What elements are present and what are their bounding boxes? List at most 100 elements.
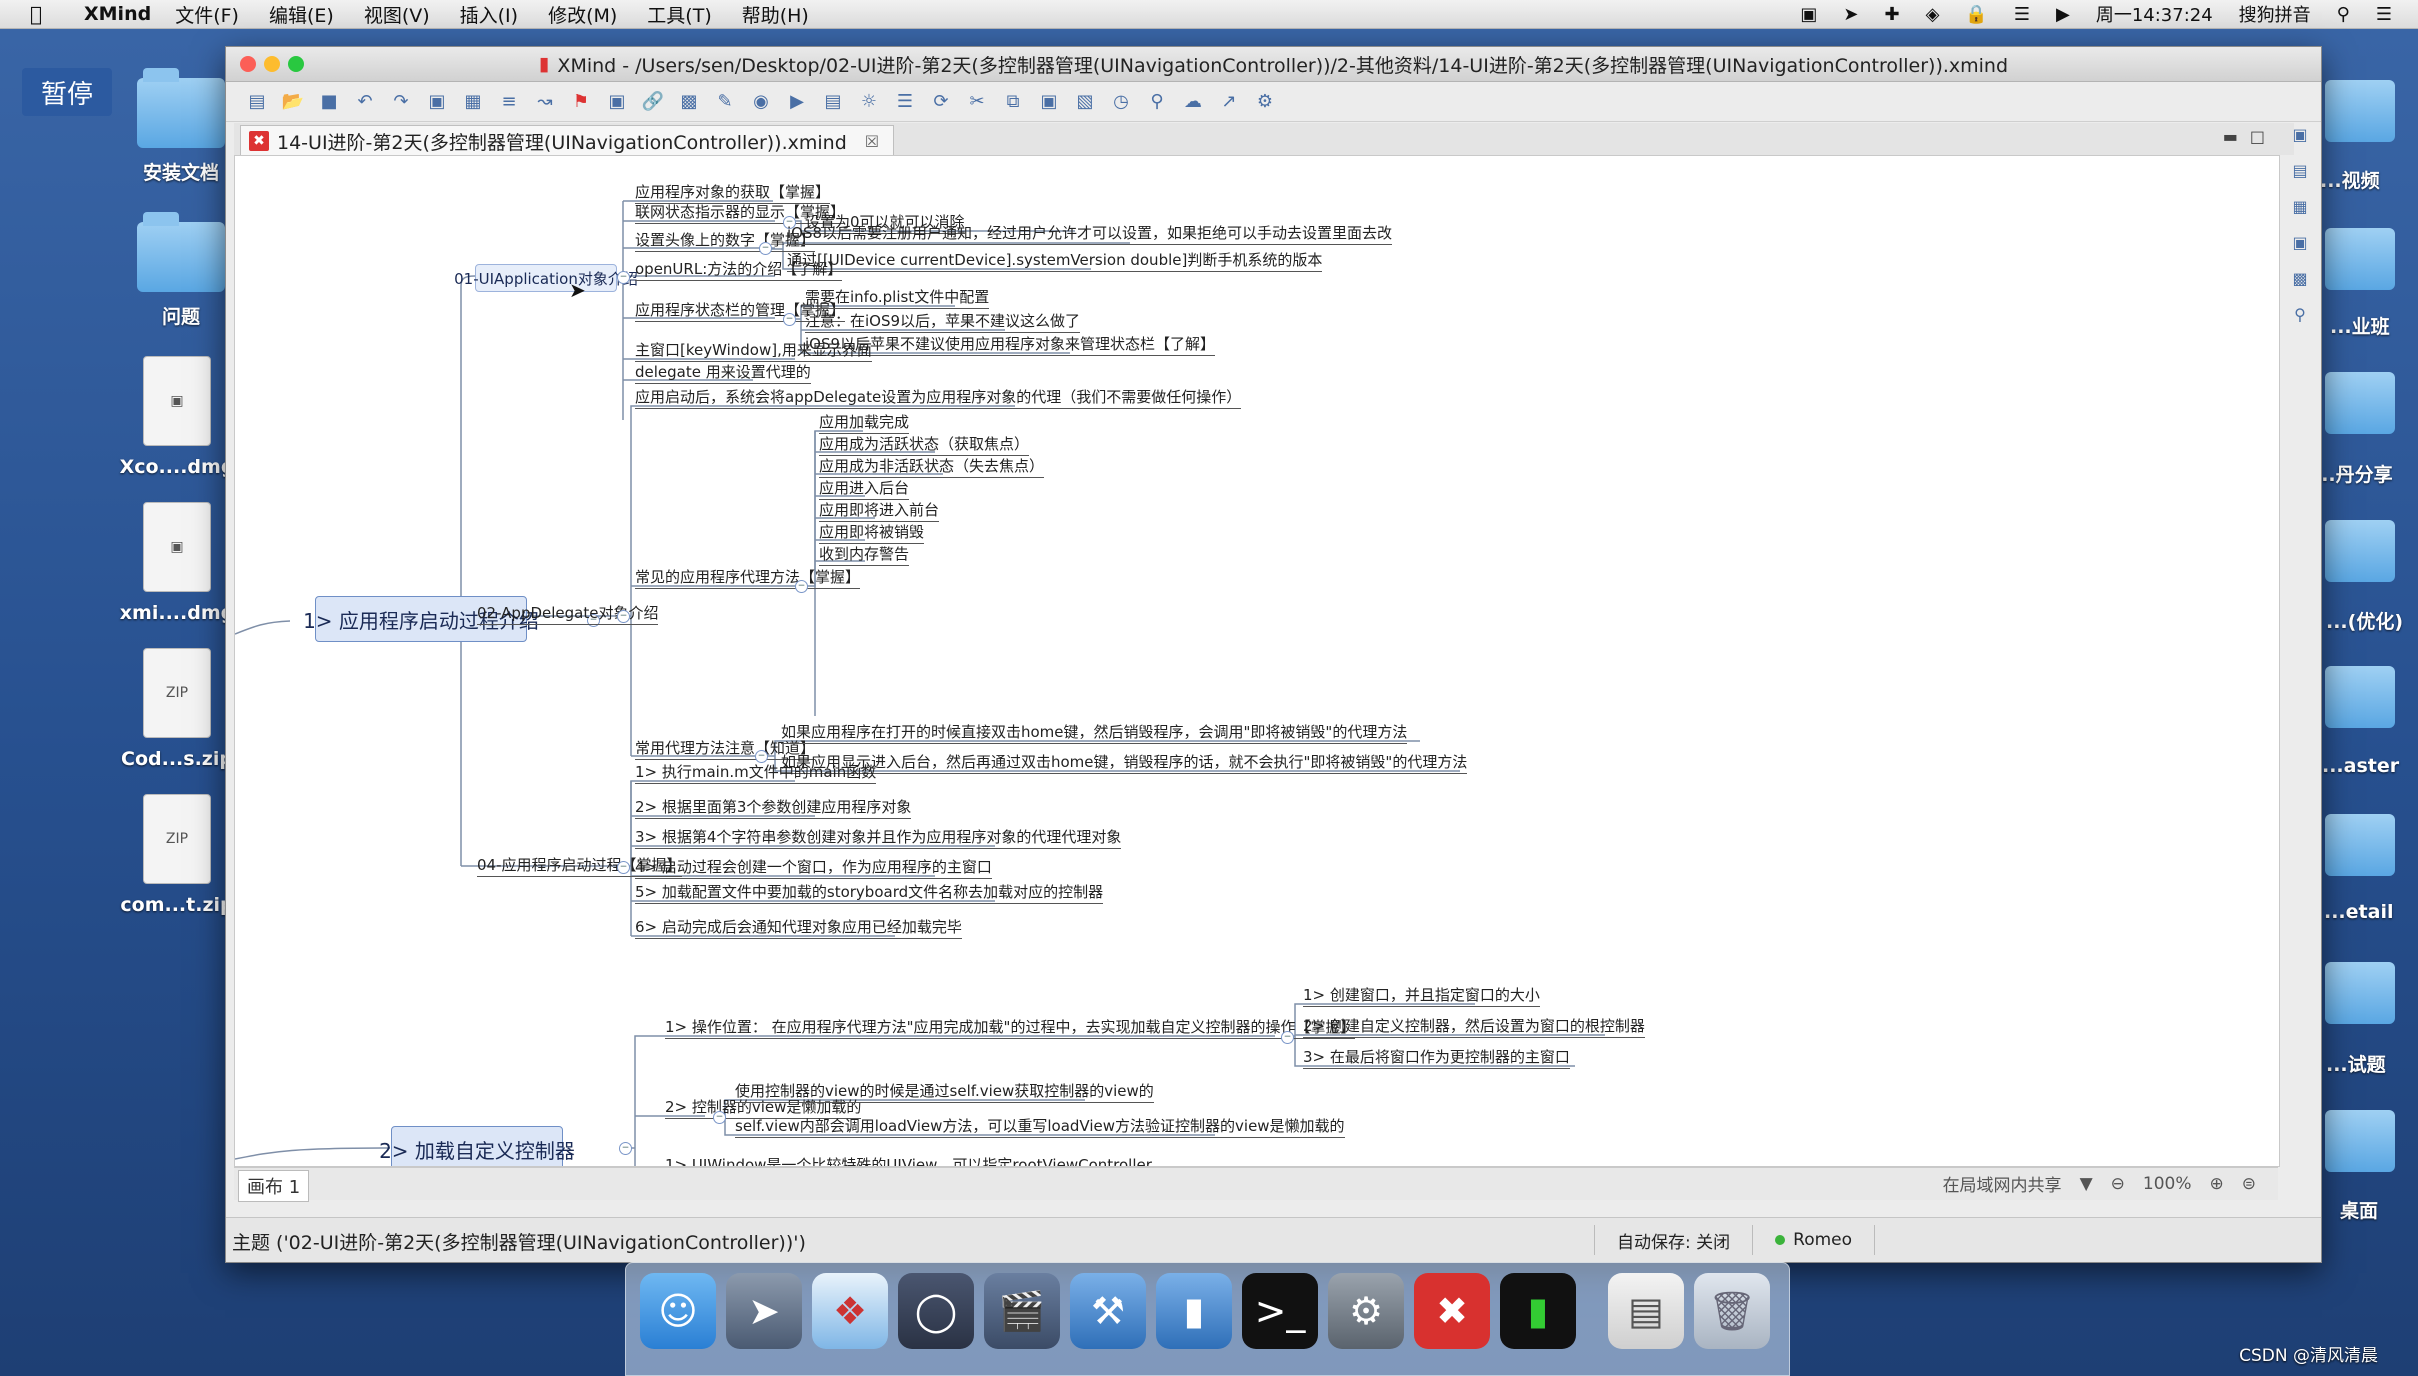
node-load-step-1[interactable]: 1> 创建窗口，并且指定窗口的大小 (1303, 986, 1540, 1007)
documents-stack-icon[interactable]: ▤ (1608, 1273, 1684, 1349)
panel-restore-icon[interactable]: ▣ (2289, 125, 2311, 147)
node-uiwindow[interactable]: 1> UIWindow是一个比较特殊的UIView，可以指定rootViewCo… (665, 1156, 1152, 1166)
node-badge-note-2[interactable]: 通过[[UIDevice currentDevice].systemVersio… (787, 251, 1323, 272)
attachment-icon[interactable]: ▩ (678, 91, 700, 113)
layout-icon[interactable]: ▣ (1038, 91, 1060, 113)
refresh-icon[interactable]: ⟳ (930, 91, 952, 113)
clock[interactable]: 周一14:37:24 (2096, 1, 2213, 27)
relationship-icon[interactable]: ↝ (534, 91, 556, 113)
sheet-tab[interactable]: 画布 1 (238, 1170, 310, 1202)
network-icon[interactable]: ◈ (1926, 4, 1940, 25)
menu-tools[interactable]: 工具(T) (647, 1, 711, 28)
notification-icon[interactable]: ☰ (2376, 4, 2392, 25)
share-lan-label[interactable]: 在局域网内共享 (1943, 1171, 2062, 1196)
minimize-window-button[interactable] (264, 56, 280, 72)
scissors-icon[interactable]: ✂ (966, 91, 988, 113)
mindmap-canvas[interactable]: 1> 应用程序启动过程介绍 − 2> 加载自定义控制器 − 01-UIAppli… (234, 155, 2280, 1167)
node-statusbar-note-1[interactable]: 需要在info.plist文件中配置 (805, 288, 990, 309)
desktop-folder-right[interactable] (2325, 520, 2395, 582)
idea-icon[interactable]: ☼ (858, 91, 880, 113)
export-icon[interactable]: ↗ (1218, 91, 1240, 113)
node-load-step-2[interactable]: 2> 创建自定义控制器，然后设置为窗口的根控制器 (1303, 1017, 1645, 1038)
notes-icon[interactable]: ✎ (714, 91, 736, 113)
node-launch-step-6[interactable]: 6> 启动完成后会通知代理对象应用已经加载完毕 (635, 918, 962, 939)
hyperlink-icon[interactable]: 🔗 (642, 91, 664, 113)
main-topic-custom-controller[interactable]: 2> 加载自定义控制器 (379, 1126, 575, 1166)
menu-insert[interactable]: 插入(I) (460, 1, 518, 28)
wifi-icon[interactable]: ☰ (2014, 4, 2030, 25)
node-get-app[interactable]: 应用程序对象的获取【掌握】 (635, 183, 831, 204)
desktop-label-right[interactable]: ...aster (2322, 755, 2399, 777)
menu-view[interactable]: 视图(V) (364, 1, 430, 28)
subtopic-appdelegate[interactable]: 02-AppDelegate对象介绍 (477, 604, 659, 625)
subtopic-icon[interactable]: ▦ (462, 91, 484, 113)
video-app-icon[interactable]: 🎬 (984, 1273, 1060, 1349)
menu-help[interactable]: 帮助(H) (742, 1, 809, 28)
spotlight-icon[interactable]: ⚲ (2337, 4, 2350, 25)
pause-badge[interactable]: 暂停 (22, 68, 112, 116)
close-tab-icon[interactable]: ☒ (865, 132, 879, 151)
node-load-step-3[interactable]: 3> 在最后将窗口作为更控制器的主窗口 (1303, 1048, 1570, 1069)
node-launch-step-2[interactable]: 2> 根据里面第3个参数创建应用程序对象 (635, 798, 912, 819)
node-method-foreground[interactable]: 应用即将进入前台 (819, 501, 940, 522)
open-icon[interactable]: 📂 (282, 91, 304, 113)
location-icon[interactable]: ➤ (1843, 4, 1858, 25)
collapse-icon[interactable]: − (617, 610, 630, 623)
node-launch-step-1[interactable]: 1> 执行main.m文件中的main函数 (635, 763, 877, 784)
desktop-file-xcode-dmg[interactable]: ▣ Xco....dmg (112, 356, 242, 478)
node-launch-step-5[interactable]: 5> 加载配置文件中要加载的storyboard文件名称去加载对应的控制器 (635, 883, 1104, 904)
safari-icon[interactable]: ❖ (812, 1273, 888, 1349)
desktop-label-right[interactable]: ...丹分享 (2314, 460, 2393, 487)
desktop-label-right[interactable]: ...视频 (2320, 166, 2380, 193)
node-method-background[interactable]: 应用进入后台 (819, 479, 910, 500)
node-badge-note-1[interactable]: iOS8以后需要注册用户通知，经过用户允许才可以设置，如果拒绝可以手动去设置里面… (787, 224, 1393, 245)
lock-icon[interactable]: 🔒 (1965, 4, 1987, 25)
filter-icon[interactable]: ▼ (2080, 1174, 2093, 1194)
redo-icon[interactable]: ↷ (390, 91, 412, 113)
search-panel-icon[interactable]: ⚲ (2289, 305, 2311, 327)
node-method-memory-warning[interactable]: 收到内存警告 (819, 545, 910, 566)
minimize-editor-icon[interactable]: ▬ (2223, 127, 2238, 146)
collapse-icon[interactable]: − (759, 242, 772, 255)
desktop-folder-right[interactable] (2325, 228, 2395, 290)
save-icon[interactable]: ■ (318, 91, 340, 113)
presentation-icon[interactable]: ▶ (786, 91, 808, 113)
title-bar[interactable]: ▮ XMind - /Users/sen/Desktop/02-UI进阶-第2天… (226, 47, 2321, 82)
zoom-window-button[interactable] (288, 56, 304, 72)
collapse-icon[interactable]: − (713, 1111, 726, 1124)
undo-icon[interactable]: ↶ (354, 91, 376, 113)
desktop-folder-right[interactable] (2325, 814, 2395, 876)
terminal-icon[interactable]: >_ (1242, 1273, 1318, 1349)
collapse-icon[interactable]: − (619, 1142, 632, 1155)
app-menu[interactable]: XMind (84, 3, 151, 25)
input-method[interactable]: 搜狗拼音 (2239, 1, 2311, 27)
desktop-folder-right[interactable] (2325, 372, 2395, 434)
topic-icon[interactable]: ▣ (426, 91, 448, 113)
node-method-terminate[interactable]: 应用即将被销毁 (819, 523, 925, 544)
collapse-icon[interactable]: − (795, 580, 808, 593)
gantt-icon[interactable]: ☰ (894, 91, 916, 113)
desktop-folder-right[interactable] (2325, 1110, 2395, 1172)
move-icon[interactable]: ✚ (1884, 4, 1899, 25)
collapse-icon[interactable]: − (617, 861, 630, 874)
clock-icon[interactable]: ◷ (1110, 91, 1132, 113)
zoom-level[interactable]: 100% (2143, 1174, 2192, 1194)
desktop-label-right[interactable]: ...业班 (2330, 312, 2390, 339)
properties-panel-icon[interactable]: ▦ (2289, 197, 2311, 219)
node-keywindow[interactable]: 主窗口[keyWindow],用来显示界面 (635, 341, 872, 362)
editor-tab[interactable]: ✖ 14-UI进阶-第2天(多控制器管理(UINavigationControl… (240, 125, 895, 156)
volume-icon[interactable]: ▶ (2056, 4, 2070, 25)
launchpad-icon[interactable]: ➤ (726, 1273, 802, 1349)
zoom-menu-icon[interactable]: ⊜ (2242, 1174, 2256, 1194)
node-statusbar-note-2[interactable]: 注意：在iOS9以后，苹果不建议这么做了 (805, 312, 1081, 333)
node-launch-step-3[interactable]: 3> 根据第4个字符串参数创建对象并且作为应用程序对象的代理代理对象 (635, 828, 1122, 849)
node-delegate[interactable]: delegate 用来设置代理的 (635, 363, 811, 384)
new-icon[interactable]: ▤ (246, 91, 268, 113)
node-lazy-view-note-1[interactable]: 使用控制器的view的时候是通过self.view获取控制器的view的 (735, 1082, 1154, 1103)
trash-icon[interactable]: 🗑 (1694, 1273, 1770, 1349)
image-icon[interactable]: ▣ (606, 91, 628, 113)
node-openurl[interactable]: openURL:方法的介绍【了解】 (635, 260, 843, 281)
summary-icon[interactable]: ≡ (498, 91, 520, 113)
collapse-icon[interactable]: − (617, 271, 630, 284)
desktop-file-code-zip[interactable]: ZIP Cod...s.zip (112, 648, 242, 770)
